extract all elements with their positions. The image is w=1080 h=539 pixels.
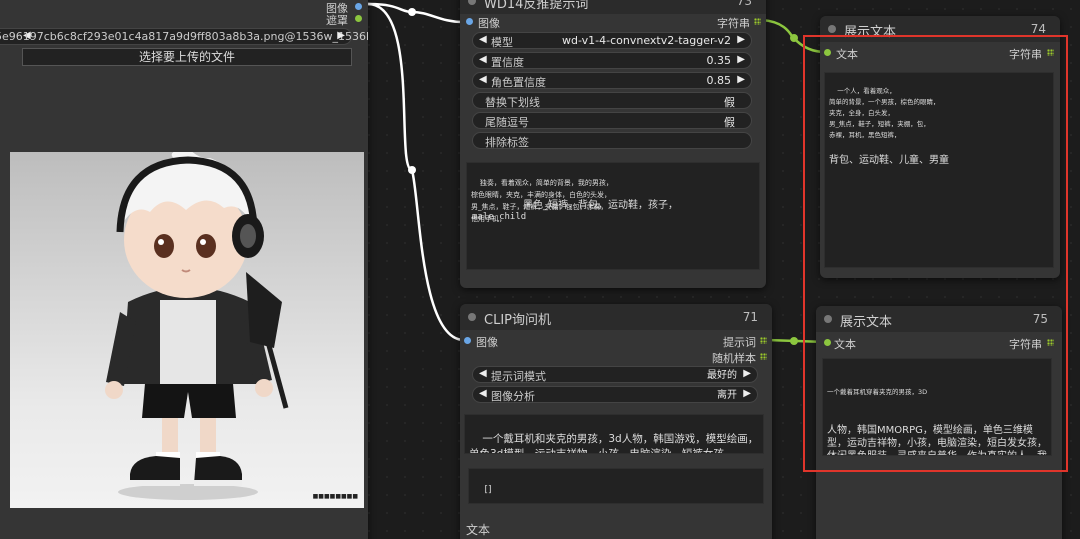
collapse-dot-icon[interactable] bbox=[828, 25, 836, 33]
node-title: WD14反推提示词 bbox=[484, 0, 589, 12]
clip-result-content: 一个戴耳机和夹克的男孩，3d人物，韩国游戏，模型绘画，单色3d模型，运动吉祥物，… bbox=[469, 433, 759, 454]
boy-character-illustration bbox=[105, 152, 289, 500]
load-image-node[interactable]: 图像 遮罩 ◀ 5e96197cb6c8cf293e01c4a817a9d9ff… bbox=[0, 0, 368, 539]
replace-underscore-label: 替换下划线 bbox=[485, 96, 540, 109]
output-image-socket[interactable] bbox=[355, 3, 362, 10]
clip-second-content: [] bbox=[484, 485, 492, 495]
left-arrow-icon[interactable]: ◀ bbox=[479, 74, 487, 85]
output-prompt-socket[interactable] bbox=[760, 337, 767, 344]
prompt-mode-label: 提示词模式 bbox=[491, 370, 546, 383]
input-image-socket[interactable] bbox=[466, 18, 473, 25]
right-arrow-icon[interactable]: ▶ bbox=[737, 54, 745, 65]
trailing-comma-toggle[interactable]: 尾随逗号 假 bbox=[472, 112, 752, 129]
output-mask-socket[interactable] bbox=[355, 15, 362, 22]
image-file-selector[interactable]: ◀ 5e96197cb6c8cf293e01c4a817a9d9ff803a8b… bbox=[0, 28, 368, 45]
exclude-tags-input[interactable]: 排除标签 bbox=[472, 132, 752, 149]
trailing-comma-label: 尾随逗号 bbox=[485, 116, 529, 129]
wire-reroute-dot bbox=[408, 8, 416, 16]
wd14-tagger-node[interactable]: WD14反推提示词 73 图像 字符串 ◀ 模型 wd-v1-4-convnex… bbox=[460, 0, 766, 288]
input-image-label: 图像 bbox=[476, 336, 498, 349]
model-label: 模型 bbox=[491, 36, 513, 49]
node-id: 71 bbox=[742, 310, 758, 324]
clip-interrogator-node[interactable]: CLIP询问机 71 图像 提示词 随机样本 ◀ 提示词模式 最好的 ▶ ◀ 图… bbox=[460, 304, 772, 539]
preview-watermark: ■■■■■■■■ bbox=[312, 493, 358, 500]
tags-mono-text: male_child bbox=[472, 212, 527, 222]
image-filename: 5e96197cb6c8cf293e01c4a817a9d9ff803a8b3a… bbox=[0, 30, 368, 43]
input-image-label: 图像 bbox=[478, 17, 500, 30]
output-prompt-label: 提示词 bbox=[723, 336, 756, 349]
node-title-bar[interactable]: WD14反推提示词 73 bbox=[460, 0, 766, 14]
replace-underscore-toggle[interactable]: 替换下划线 假 bbox=[472, 92, 752, 109]
right-arrow-icon[interactable]: ▶ bbox=[743, 388, 751, 399]
image-analysis-selector[interactable]: ◀ 图像分析 离开 ▶ bbox=[472, 386, 758, 403]
highlight-box bbox=[803, 35, 1068, 472]
left-arrow-icon[interactable]: ◀ bbox=[479, 34, 487, 45]
input-image-socket[interactable] bbox=[464, 337, 471, 344]
next-arrow-icon[interactable]: ▶ bbox=[337, 30, 345, 41]
trailing-comma-value: 假 bbox=[724, 116, 735, 129]
replace-underscore-value: 假 bbox=[724, 96, 735, 109]
model-selector[interactable]: ◀ 模型 wd-v1-4-convnextv2-tagger-v2 ▶ bbox=[472, 32, 752, 49]
clip-second-text[interactable]: [] bbox=[468, 468, 764, 504]
wire-image-to-clip bbox=[367, 2, 464, 342]
char-threshold-label: 角色置信度 bbox=[491, 76, 546, 89]
threshold-value: 0.35 bbox=[706, 54, 732, 67]
image-analysis-value: 离开 bbox=[717, 390, 737, 401]
clip-result-text[interactable]: 一个戴耳机和夹克的男孩，3d人物，韩国游戏，模型绘画，单色3d模型，运动吉祥物，… bbox=[464, 414, 764, 454]
node-title-bar[interactable]: CLIP询问机 71 bbox=[460, 304, 772, 330]
char-threshold-stepper[interactable]: ◀ 角色置信度 0.85 ▶ bbox=[472, 72, 752, 89]
right-arrow-icon[interactable]: ▶ bbox=[743, 368, 751, 379]
node-id: 74 bbox=[1030, 22, 1046, 36]
prompt-mode-selector[interactable]: ◀ 提示词模式 最好的 ▶ bbox=[472, 366, 758, 383]
output-string-label: 字符串 bbox=[717, 17, 750, 30]
upload-button-label: 选择要上传的文件 bbox=[138, 50, 235, 64]
right-arrow-icon[interactable]: ▶ bbox=[737, 34, 745, 45]
left-arrow-icon[interactable]: ◀ bbox=[479, 368, 487, 379]
exclude-tags-label: 排除标签 bbox=[485, 136, 529, 149]
char-threshold-value: 0.85 bbox=[706, 74, 732, 87]
node-id: 73 bbox=[736, 0, 752, 8]
left-arrow-icon[interactable]: ◀ bbox=[479, 54, 487, 65]
right-arrow-icon[interactable]: ▶ bbox=[737, 74, 745, 85]
threshold-label: 置信度 bbox=[491, 56, 524, 69]
collapse-dot-icon[interactable] bbox=[468, 313, 476, 321]
upload-button[interactable]: 选择要上传的文件 bbox=[22, 48, 352, 66]
image-analysis-label: 图像分析 bbox=[491, 390, 535, 403]
output-random-socket[interactable] bbox=[760, 353, 767, 360]
bottom-text-label: 文本 bbox=[466, 523, 491, 537]
threshold-stepper[interactable]: ◀ 置信度 0.35 ▶ bbox=[472, 52, 752, 69]
image-preview: ■■■■■■■■ bbox=[10, 152, 364, 508]
left-arrow-icon[interactable]: ◀ bbox=[479, 388, 487, 399]
wire-reroute-dot bbox=[790, 337, 798, 345]
model-value: wd-v1-4-convnextv2-tagger-v2 bbox=[562, 34, 731, 47]
output-mask-label: 遮罩 bbox=[326, 14, 348, 27]
node-title: CLIP询问机 bbox=[484, 313, 551, 328]
output-string-socket[interactable] bbox=[754, 18, 761, 25]
wire-image-to-tagger bbox=[367, 2, 464, 24]
collapse-dot-icon[interactable] bbox=[468, 0, 476, 5]
prompt-mode-value: 最好的 bbox=[707, 370, 737, 381]
wire-reroute-dot bbox=[408, 166, 416, 174]
output-random-label: 随机样本 bbox=[712, 352, 756, 365]
tags-large-text: 黑色_短裤，背包，运动鞋，孩子， bbox=[523, 200, 678, 211]
wire-reroute-dot bbox=[790, 34, 798, 42]
